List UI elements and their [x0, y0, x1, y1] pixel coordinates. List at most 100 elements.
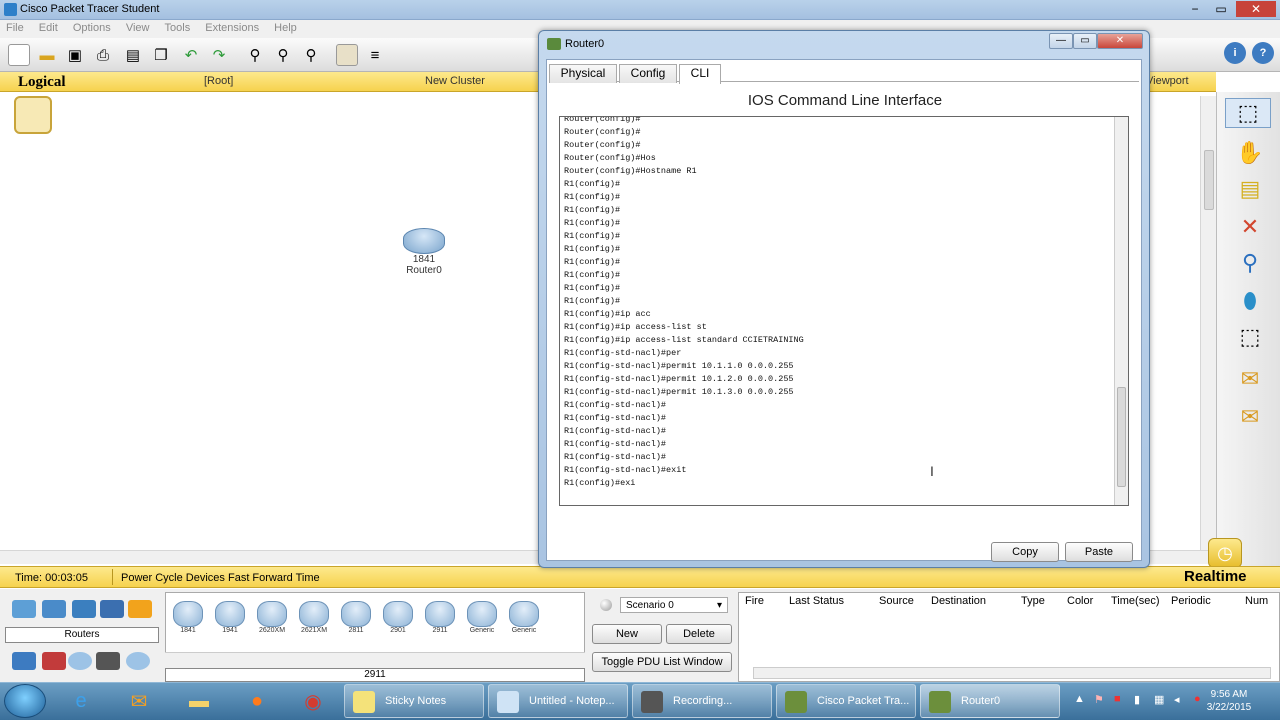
delete-scenario-button[interactable]: Delete: [666, 624, 732, 644]
col-time[interactable]: Time(sec): [1111, 595, 1159, 607]
copy-button[interactable]: Copy: [991, 542, 1059, 562]
file-explorer-icon[interactable]: ▬: [180, 686, 218, 716]
menu-file[interactable]: File: [0, 20, 30, 36]
device-2620xm[interactable]: 2620XM: [254, 601, 290, 641]
outlook-icon[interactable]: ✉: [120, 686, 158, 716]
activity-wizard-icon[interactable]: ▤: [122, 44, 144, 66]
root-breadcrumb[interactable]: [Root]: [204, 75, 233, 87]
wireless-category-icon[interactable]: [100, 600, 124, 618]
tab-config[interactable]: Config: [619, 64, 677, 83]
zoom-reset-icon[interactable]: ⚲: [272, 44, 294, 66]
show-hidden-icons-icon[interactable]: ▲: [1074, 693, 1085, 705]
menu-help[interactable]: Help: [268, 20, 303, 36]
switches-category-icon[interactable]: [42, 600, 66, 618]
pdu-list-scrollbar[interactable]: [753, 667, 1271, 679]
inspect-icon[interactable]: ⚲: [1235, 248, 1265, 278]
help-icon[interactable]: ?: [1252, 42, 1274, 64]
routers-category-icon[interactable]: [12, 600, 36, 618]
menu-view[interactable]: View: [120, 20, 156, 36]
flag-icon[interactable]: ⚑: [1094, 693, 1104, 706]
col-source[interactable]: Source: [879, 595, 914, 607]
device-generic-1[interactable]: Generic: [464, 601, 500, 641]
col-type[interactable]: Type: [1021, 595, 1045, 607]
new-scenario-button[interactable]: New: [592, 624, 662, 644]
taskbar-router0[interactable]: Router0: [920, 684, 1060, 718]
col-last-status[interactable]: Last Status: [789, 595, 844, 607]
tab-cli[interactable]: CLI: [679, 64, 721, 84]
start-button[interactable]: [4, 684, 46, 718]
network-icon[interactable]: ▦: [1154, 693, 1164, 706]
save-icon[interactable]: ▣: [64, 44, 86, 66]
open-folder-icon[interactable]: ▬: [36, 44, 58, 66]
device-2911[interactable]: 2911: [422, 601, 458, 641]
viewport-button[interactable]: Viewport: [1146, 75, 1189, 87]
hubs-category-icon[interactable]: [72, 600, 96, 618]
device-icon[interactable]: ▮: [1134, 693, 1140, 706]
scroll-thumb[interactable]: [1204, 150, 1214, 210]
col-fire[interactable]: Fire: [745, 595, 764, 607]
move-layout-icon[interactable]: ✋: [1235, 138, 1265, 168]
dialog-minimize-button[interactable]: —: [1049, 33, 1073, 49]
realtime-mode-label[interactable]: Realtime: [1184, 568, 1247, 585]
col-destination[interactable]: Destination: [931, 595, 986, 607]
power-cycle-controls[interactable]: Power Cycle Devices Fast Forward Time: [121, 572, 320, 584]
security-category-icon[interactable]: [42, 652, 66, 670]
place-note-icon[interactable]: ▤: [1235, 174, 1265, 204]
connections-category-icon[interactable]: [128, 600, 152, 618]
copy-icon[interactable]: ❐: [150, 44, 172, 66]
delete-icon[interactable]: ✕: [1235, 212, 1265, 242]
new-cluster-button[interactable]: New Cluster: [425, 75, 485, 87]
logical-view-icon[interactable]: [14, 96, 52, 134]
undo-icon[interactable]: ↶: [180, 44, 202, 66]
realtime-clock-icon[interactable]: ◷: [1208, 538, 1242, 568]
end-devices-category-icon[interactable]: [12, 652, 36, 670]
scenario-select[interactable]: Scenario 0 ▾: [620, 597, 728, 613]
col-periodic[interactable]: Periodic: [1171, 595, 1211, 607]
logical-tab[interactable]: Logical: [18, 74, 66, 91]
cli-terminal[interactable]: Router(config)# Router(config)# Router(con…: [559, 116, 1129, 506]
volume-icon[interactable]: ◂: [1174, 693, 1180, 706]
custom-devices-category-icon[interactable]: [96, 652, 120, 670]
device-generic-2[interactable]: Generic: [506, 601, 542, 641]
terminal-scroll-thumb[interactable]: [1117, 387, 1126, 487]
toggle-pdu-list-button[interactable]: Toggle PDU List Window: [592, 652, 732, 672]
taskbar-recording[interactable]: Recording...: [632, 684, 772, 718]
terminal-scrollbar[interactable]: [1114, 117, 1128, 505]
close-button[interactable]: ✕: [1236, 1, 1276, 17]
new-file-icon[interactable]: [8, 44, 30, 66]
redo-icon[interactable]: ↷: [208, 44, 230, 66]
dialog-maximize-button[interactable]: ▭: [1073, 33, 1097, 49]
taskbar-packet-tracer[interactable]: Cisco Packet Tra...: [776, 684, 916, 718]
taskbar-clock[interactable]: 9:56 AM 3/22/2015: [1206, 688, 1252, 714]
minimize-button[interactable]: −: [1182, 1, 1208, 17]
alert-icon[interactable]: ●: [1194, 693, 1201, 705]
print-icon[interactable]: ⎙: [92, 44, 114, 66]
add-complex-pdu-icon[interactable]: ✉: [1235, 402, 1265, 432]
info-icon[interactable]: i: [1224, 42, 1246, 64]
device-2901[interactable]: 2901: [380, 601, 416, 641]
device-2811[interactable]: 2811: [338, 601, 374, 641]
canvas-vertical-scrollbar[interactable]: [1200, 96, 1216, 550]
paste-button[interactable]: Paste: [1065, 542, 1133, 562]
multiuser-category-icon[interactable]: [126, 652, 150, 670]
internet-explorer-icon[interactable]: e: [62, 686, 100, 716]
zoom-in-icon[interactable]: ⚲: [244, 44, 266, 66]
drawing-palette-icon[interactable]: [336, 44, 358, 66]
col-color[interactable]: Color: [1067, 595, 1093, 607]
custom-devices-icon[interactable]: ≡: [364, 44, 386, 66]
device-list-scrollbar[interactable]: [165, 652, 585, 666]
menu-options[interactable]: Options: [67, 20, 117, 36]
device-2621xm[interactable]: 2621XM: [296, 601, 332, 641]
wan-emulation-category-icon[interactable]: [68, 652, 92, 670]
tab-physical[interactable]: Physical: [549, 64, 617, 83]
menu-edit[interactable]: Edit: [33, 20, 64, 36]
maximize-button[interactable]: ▭: [1208, 1, 1234, 17]
menu-extensions[interactable]: Extensions: [199, 20, 265, 36]
router-device[interactable]: 1841 Router0: [400, 228, 448, 278]
security-icon[interactable]: ■: [1114, 693, 1121, 705]
zoom-out-icon[interactable]: ⚲: [300, 44, 322, 66]
col-num[interactable]: Num: [1245, 595, 1268, 607]
firefox-icon[interactable]: ●: [238, 686, 276, 716]
device-1841[interactable]: 1841: [170, 601, 206, 641]
chrome-icon[interactable]: ◉: [294, 686, 332, 716]
